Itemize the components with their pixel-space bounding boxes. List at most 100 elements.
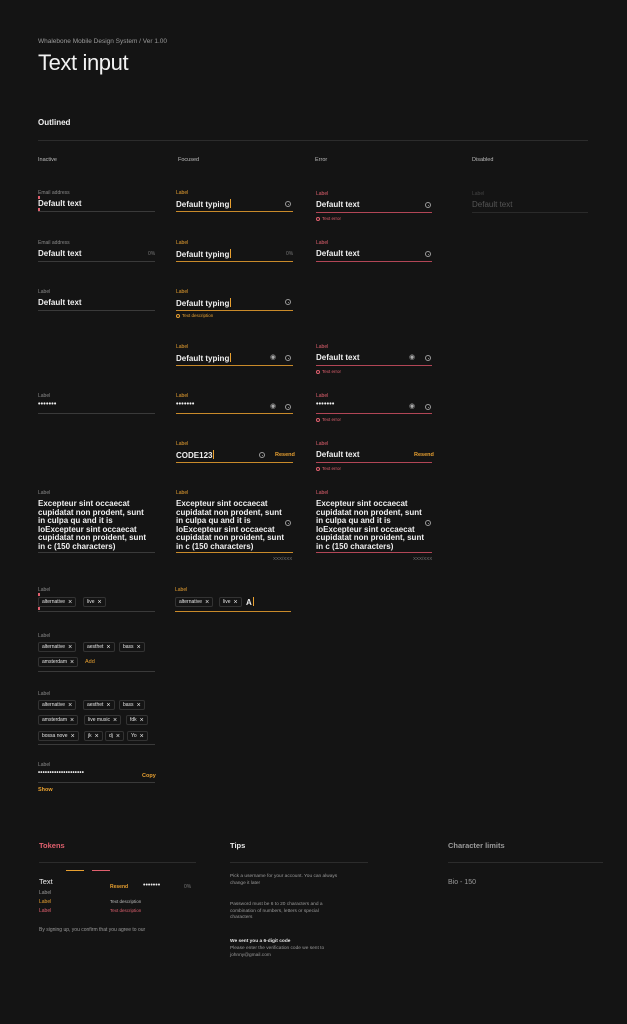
page-title: Text input (38, 50, 129, 75)
chip-label: bossa nove (42, 733, 68, 739)
resend-button[interactable]: Resend (414, 452, 434, 458)
close-icon[interactable]: × (140, 717, 144, 724)
chip[interactable]: dj × (105, 731, 124, 741)
chip-label: alternative (42, 644, 66, 650)
chip[interactable]: aesthet × (83, 642, 115, 652)
chip[interactable]: amsterdam × (38, 657, 79, 667)
close-icon[interactable]: × (70, 659, 74, 666)
eye-icon[interactable]: ◉ (409, 403, 415, 410)
field-value: Default text (316, 450, 360, 459)
chip[interactable]: live × (83, 597, 106, 607)
textarea-value: Excepteur sint occaecat cupidatat non pr… (316, 499, 424, 551)
clear-icon[interactable] (285, 404, 291, 410)
close-icon[interactable]: × (68, 702, 72, 709)
eye-icon[interactable]: ◉ (270, 354, 276, 361)
close-icon[interactable]: × (113, 717, 117, 724)
chip[interactable]: alternative × (175, 597, 214, 607)
show-button[interactable]: Show (38, 787, 53, 793)
field-underline (38, 310, 155, 311)
field-underline (316, 261, 432, 262)
clear-icon[interactable] (425, 251, 431, 257)
tip-password: Password must be 6 to 20 characters and … (230, 902, 323, 920)
text-caret (230, 298, 232, 307)
char-counter: XXX/XXX (413, 556, 433, 561)
field-underline (316, 462, 432, 463)
eye-icon[interactable]: ◉ (409, 354, 415, 361)
divider (38, 140, 588, 141)
close-icon[interactable]: × (205, 599, 209, 606)
limits-title: Character limits (448, 841, 505, 850)
chip-label: jk (88, 733, 92, 739)
chip[interactable]: bossa nove × (38, 731, 79, 741)
chip-label: live (87, 599, 95, 605)
field-label: Label (38, 289, 51, 295)
close-icon[interactable]: × (68, 644, 72, 651)
chip[interactable]: alternative × (38, 597, 77, 607)
add-button[interactable]: Add (85, 659, 95, 665)
chip[interactable]: fdk × (126, 715, 148, 725)
field-label: Label (472, 191, 485, 197)
clear-icon[interactable] (285, 299, 291, 305)
password-value: ••••••• (38, 401, 57, 408)
chip[interactable]: Yo × (127, 731, 148, 741)
field-label: Label (316, 344, 329, 350)
close-icon[interactable]: × (70, 717, 74, 724)
text-caret (213, 450, 215, 459)
close-icon[interactable]: × (106, 644, 110, 651)
close-icon[interactable]: × (137, 702, 141, 709)
field-underline (176, 462, 293, 463)
clear-icon[interactable] (425, 355, 431, 361)
close-icon[interactable]: × (95, 733, 99, 740)
close-icon[interactable]: × (98, 599, 102, 606)
bio-limit: Bio - 150 (448, 879, 477, 886)
close-icon[interactable]: × (234, 599, 238, 606)
column-inactive: Inactive (38, 157, 57, 163)
resend-button[interactable]: Resend (275, 452, 295, 458)
field-value: CODE123 (176, 451, 213, 460)
column-error: Error (315, 157, 328, 163)
field-label: Label (316, 393, 329, 399)
clear-icon[interactable] (285, 520, 291, 526)
chip[interactable]: aesthet × (83, 700, 115, 710)
text-caret (230, 353, 232, 362)
clear-icon[interactable] (285, 355, 291, 361)
chip[interactable]: alternative × (38, 642, 77, 652)
close-icon[interactable]: × (116, 733, 120, 740)
clear-icon[interactable] (259, 452, 265, 458)
close-icon[interactable]: × (137, 644, 141, 651)
chip[interactable]: live music × (84, 715, 122, 725)
divider (448, 862, 603, 863)
chip-label: dj (109, 733, 113, 739)
chip[interactable]: jk × (84, 731, 103, 741)
chip[interactable]: alternative × (38, 700, 77, 710)
eye-icon[interactable]: ◉ (270, 403, 276, 410)
chip[interactable]: bass × (119, 642, 145, 652)
clear-icon[interactable] (425, 520, 431, 526)
field-underline (38, 413, 155, 414)
chip-label: live music (88, 717, 110, 723)
error-icon (316, 217, 320, 221)
field-label: Label (176, 190, 189, 196)
chip[interactable]: amsterdam × (38, 715, 79, 725)
field-value: Default text (316, 353, 360, 362)
clear-icon[interactable] (425, 404, 431, 410)
chip[interactable]: bass × (119, 700, 145, 710)
field-underline (316, 212, 432, 213)
close-icon[interactable]: × (140, 733, 144, 740)
field-value: Default typing (176, 200, 230, 209)
char-counter: XXX/XXX (273, 556, 293, 561)
field-underline (175, 611, 291, 612)
password-value: ••••••• (176, 401, 195, 408)
close-icon[interactable]: × (71, 733, 75, 740)
close-icon[interactable]: × (106, 702, 110, 709)
clear-icon[interactable] (285, 201, 291, 207)
field-value: Default text (38, 249, 82, 258)
chip[interactable]: live × (219, 597, 242, 607)
password-value: •••••••••••••••••••• (38, 770, 85, 776)
close-icon[interactable]: × (68, 599, 72, 606)
copy-button[interactable]: Copy (142, 773, 156, 779)
field-value: Default text (38, 298, 82, 307)
text-caret (252, 597, 254, 606)
breadcrumb: Whalebone Mobile Design System / Ver 1.0… (38, 38, 167, 45)
clear-icon[interactable] (425, 202, 431, 208)
